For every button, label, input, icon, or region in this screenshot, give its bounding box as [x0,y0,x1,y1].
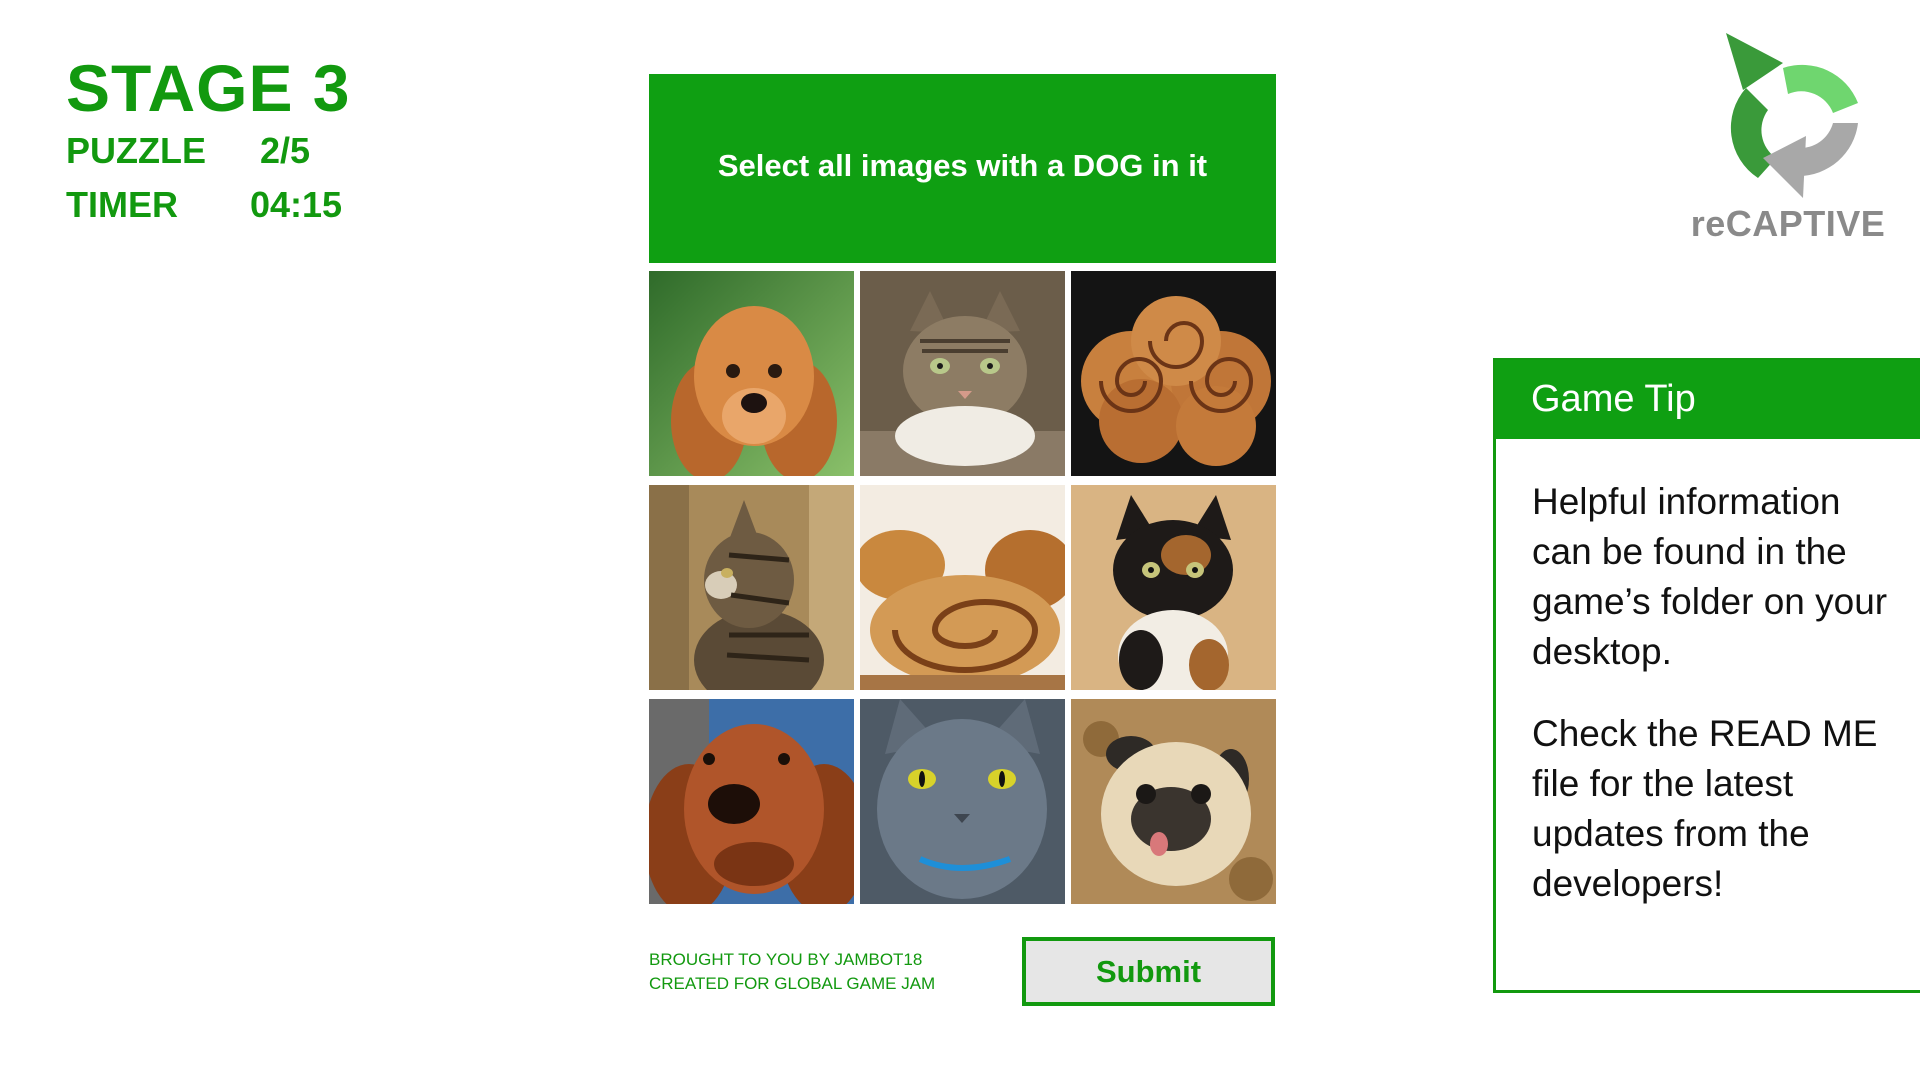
credits-line-2: CREATED FOR GLOBAL GAME JAM [649,974,936,993]
spaniel-closeup-image [649,699,854,904]
captcha-image-grid [649,271,1276,904]
captcha-tile-9-dog-image[interactable] [1071,699,1276,904]
captcha-tile-1-dog-image[interactable] [649,271,854,476]
game-tip-title: Game Tip [1531,378,1696,420]
credits: BROUGHT TO YOU BY JAMBOT18 CREATED FOR G… [649,948,935,996]
tabby-cat-image [860,271,1065,476]
calico-cat-image [1071,485,1276,690]
game-tip-header: Game Tip [1495,360,1920,439]
captcha-header: Select all images with a DOG in it [649,74,1276,263]
captcha-tile-7-dog-image[interactable] [649,699,854,904]
recaptive-logo-icon [1726,33,1858,198]
captcha-tile-6-cat-image[interactable] [1071,485,1276,690]
credits-line-1: BROUGHT TO YOU BY JAMBOT18 [649,950,923,969]
captcha-tile-3-cinnamon-roll-image[interactable] [1071,271,1276,476]
captcha-instruction: Select all images with a DOG in it [717,147,1208,183]
submit-button[interactable]: Submit [1022,937,1275,1006]
logo-text: reCAPTIVE [1690,203,1886,244]
game-tip-panel: Game Tip Helpful information can be foun… [1493,358,1920,993]
puzzle-counter: PUZZLE 2/5 [66,124,351,178]
captcha-tile-4-cat-image[interactable] [649,485,854,690]
dog-puppy-image [649,271,854,476]
captcha-tile-8-cat-image[interactable] [860,699,1065,904]
cinnamon-rolls-image [1071,271,1276,476]
game-tip-body: Helpful information can be found in the … [1496,439,1920,909]
pug-image [1071,699,1276,904]
game-tip-paragraph-1: Helpful information can be found in the … [1532,481,1888,672]
timer-label: TIMER [66,184,178,225]
tabby-cat-profile-image [649,485,854,690]
puzzle-label: PUZZLE [66,130,206,171]
puzzle-value: 2/5 [260,130,311,171]
stage-title: STAGE 3 [66,51,351,125]
stage-info: STAGE 3 PUZZLE 2/5 TIMER 04:15 [66,52,351,232]
timer-value: 04:15 [250,184,343,225]
grey-cat-image [860,699,1065,904]
submit-button-label: Submit [1095,953,1202,989]
captcha-panel: Select all images with a DOG in it BROUG… [649,74,1276,993]
game-tip-paragraph-2: Check the READ ME file for the latest up… [1532,713,1878,904]
cinnamon-roll-closeup-image [860,485,1065,690]
captcha-tile-2-cat-image[interactable] [860,271,1065,476]
captcha-tile-5-cinnamon-roll-image[interactable] [860,485,1065,690]
timer: TIMER 04:15 [66,178,351,232]
recaptive-logo: reCAPTIVE [1688,28,1888,248]
